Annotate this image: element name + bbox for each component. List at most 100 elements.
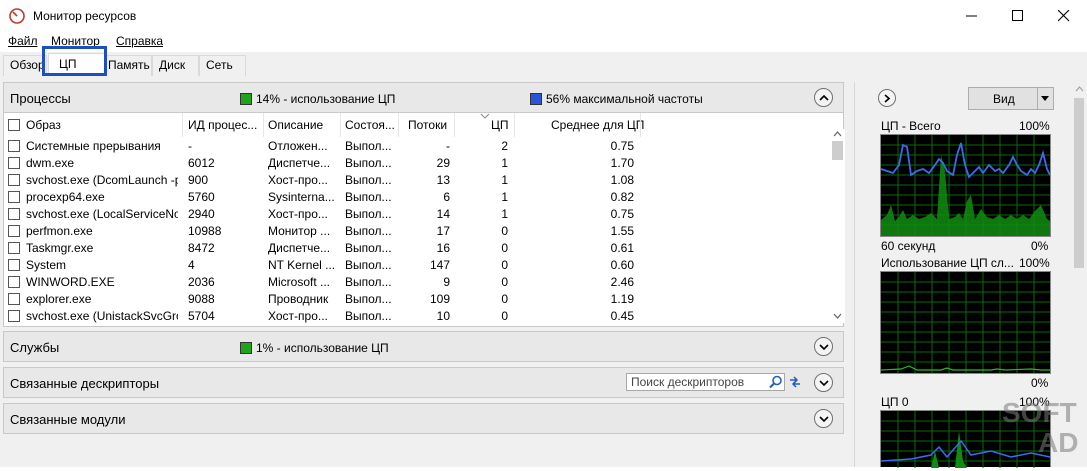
cell-image[interactable]: procexp64.exe: [26, 190, 178, 204]
tab-overview[interactable]: Обзор: [3, 55, 47, 76]
column-header-pid[interactable]: ИД процес...: [188, 118, 263, 132]
modules-expand-button[interactable]: [814, 409, 833, 428]
cell-description: Проводник: [268, 292, 329, 306]
cell-avg-cpu: 0.61: [610, 241, 634, 255]
row-checkbox[interactable]: [8, 293, 20, 305]
cell-threads: 147: [429, 258, 450, 272]
pane-splitter[interactable]: [848, 82, 862, 467]
column-header-description[interactable]: Описание: [268, 118, 323, 132]
row-checkbox[interactable]: [8, 191, 20, 203]
select-all-checkbox[interactable]: [8, 119, 20, 131]
modules-panel-header[interactable]: Связанные модули: [3, 403, 844, 434]
cell-avg-cpu: 0.82: [610, 190, 634, 204]
cell-pid: 900: [188, 173, 209, 187]
maximize-icon: [1012, 10, 1023, 21]
row-checkbox[interactable]: [8, 174, 20, 186]
row-checkbox[interactable]: [8, 242, 20, 254]
tab-memory[interactable]: Память: [105, 55, 152, 76]
search-icon[interactable]: [769, 375, 783, 389]
processes-title: Процессы: [10, 91, 71, 106]
chevron-right-icon: [884, 94, 891, 103]
column-header-status[interactable]: Состоя...: [345, 118, 395, 132]
graph-cpu-total-plot: [880, 135, 1051, 236]
scroll-up-icon[interactable]: [833, 131, 842, 137]
maximize-button[interactable]: [995, 0, 1041, 32]
cell-status: Выпол...: [345, 258, 392, 272]
menu-file[interactable]: Файл: [8, 34, 38, 48]
row-checkbox[interactable]: [8, 225, 20, 237]
row-checkbox[interactable]: [8, 140, 20, 152]
scrollbar-thumb[interactable]: [832, 141, 843, 160]
graph-scrollbar-thumb[interactable]: [1074, 98, 1084, 268]
graph-pane-toggle-button[interactable]: [878, 89, 896, 107]
menu-help[interactable]: Справка: [116, 34, 163, 48]
cell-image[interactable]: explorer.exe: [26, 292, 178, 306]
column-header-threads[interactable]: Потоки: [408, 118, 447, 132]
graph-service-cpu-title: Использование ЦП сл...: [881, 256, 1014, 270]
view-button[interactable]: Вид: [968, 87, 1054, 110]
soft-ad-watermark: SOFT AD: [958, 396, 1084, 464]
graph-cpu-total: [880, 134, 1051, 237]
column-header-cpu[interactable]: ЦП: [491, 118, 509, 132]
tab-disk[interactable]: Диск: [152, 55, 199, 76]
modules-title: Связанные модули: [10, 412, 126, 427]
graph-cpu-total-footer-right: 0%: [1031, 239, 1049, 253]
row-checkbox[interactable]: [8, 259, 20, 271]
row-checkbox[interactable]: [8, 208, 20, 220]
cell-image[interactable]: Taskmgr.exe: [26, 241, 178, 255]
cell-image[interactable]: WINWORD.EXE: [26, 275, 178, 289]
cell-status: Выпол...: [345, 292, 392, 306]
cell-image[interactable]: Системные прерывания: [26, 139, 178, 153]
handles-search-input[interactable]: Поиск дескрипторов: [626, 373, 785, 391]
cell-cpu: 1: [501, 173, 508, 187]
refresh-icon[interactable]: [787, 374, 803, 390]
column-header-avg-cpu[interactable]: Среднее для ЦП: [551, 118, 644, 132]
cell-description: Монитор ...: [268, 224, 331, 238]
cell-pid: 10988: [188, 224, 222, 238]
graph-service-cpu: [880, 271, 1051, 374]
title-bar: [0, 0, 1087, 32]
row-checkbox[interactable]: [8, 157, 20, 169]
cell-description: Хост-про...: [268, 173, 328, 187]
cell-status: Выпол...: [345, 241, 392, 255]
cell-image[interactable]: svchost.exe (UnistackSvcGro...: [26, 309, 178, 323]
scroll-up-icon[interactable]: [1075, 86, 1084, 92]
cell-cpu: 1: [501, 190, 508, 204]
cell-image[interactable]: svchost.exe (DcomLaunch -p): [26, 173, 178, 187]
scroll-down-icon[interactable]: [833, 313, 842, 319]
cell-avg-cpu: 1.19: [610, 292, 634, 306]
resource-monitor-icon: [9, 8, 25, 24]
row-checkbox[interactable]: [8, 276, 20, 288]
cell-pid: -: [188, 139, 192, 153]
svg-text:AD: AD: [1038, 427, 1078, 458]
processes-collapse-button[interactable]: [814, 88, 833, 107]
processes-panel-header[interactable]: Процессы 14% - использование ЦП 56% макс…: [3, 82, 844, 113]
services-title: Службы: [10, 340, 60, 355]
cell-description: Диспетче...: [268, 241, 331, 255]
dropdown-arrow-icon[interactable]: [1041, 96, 1050, 102]
cell-description: Хост-про...: [268, 309, 328, 323]
graph-cpu-total-max: 100%: [1019, 119, 1050, 133]
cell-status: Выпол...: [345, 207, 392, 221]
svg-text:SOFT: SOFT: [1002, 397, 1077, 428]
column-header-image[interactable]: Образ: [26, 118, 61, 132]
tab-network[interactable]: Сеть: [199, 55, 246, 76]
cell-image[interactable]: dwm.exe: [26, 156, 178, 170]
cell-image[interactable]: perfmon.exe: [26, 224, 178, 238]
services-expand-button[interactable]: [814, 337, 833, 356]
row-checkbox[interactable]: [8, 310, 20, 322]
close-button[interactable]: [1041, 0, 1087, 32]
cell-image[interactable]: svchost.exe (LocalServiceNo...: [26, 207, 178, 221]
services-panel-header[interactable]: Службы 1% - использование ЦП: [3, 331, 844, 362]
cell-cpu: 0: [501, 275, 508, 289]
handles-expand-button[interactable]: [814, 373, 833, 392]
cell-cpu: 1: [501, 207, 508, 221]
cell-image[interactable]: System: [26, 258, 178, 272]
cpu-usage-swatch: [240, 93, 252, 105]
cell-threads: 6: [443, 190, 450, 204]
cell-pid: 5704: [188, 309, 215, 323]
minimize-button[interactable]: [949, 0, 995, 32]
handles-title: Связанные дескрипторы: [10, 376, 160, 391]
cell-threads: 9: [443, 275, 450, 289]
graph-service-cpu-footer-right: 0%: [1031, 376, 1049, 390]
